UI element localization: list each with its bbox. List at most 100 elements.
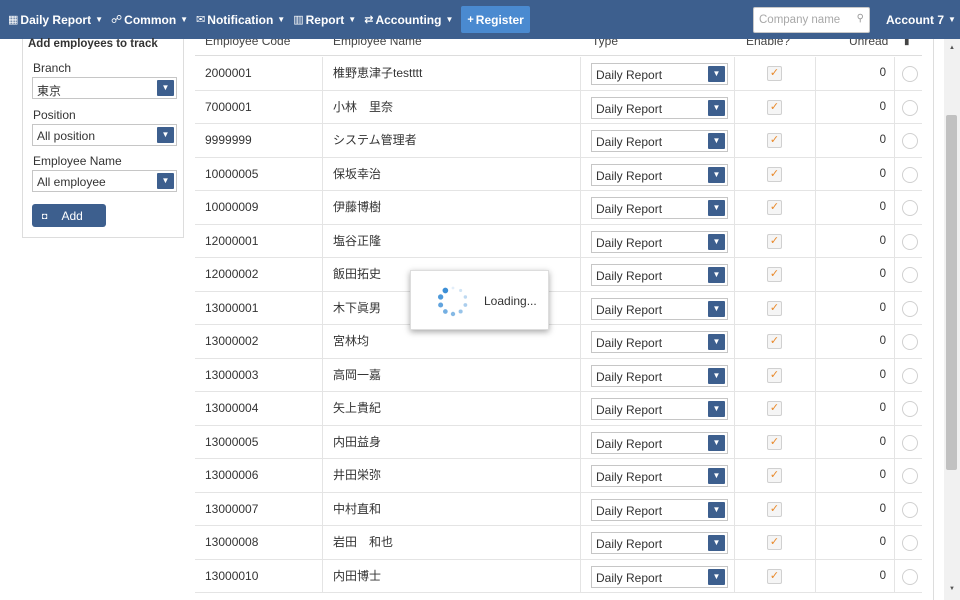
chevron-down-icon[interactable]: ▼: [708, 434, 725, 451]
type-select[interactable]: Daily Report ▼: [591, 130, 728, 152]
employee-code-cell: 12000002: [195, 258, 323, 291]
type-select[interactable]: Daily Report ▼: [591, 431, 728, 454]
position-select[interactable]: All position ▼: [32, 124, 177, 146]
header-employee-code[interactable]: Employee Code: [205, 39, 290, 48]
add-button[interactable]: ◘ Add: [32, 204, 106, 227]
type-select[interactable]: Daily Report ▼: [591, 331, 728, 353]
enable-checkbox[interactable]: ✓: [767, 267, 782, 282]
nav-accounting[interactable]: ⇄ Accounting ▼: [360, 0, 457, 39]
enable-checkbox[interactable]: ✓: [767, 367, 782, 383]
header-enable[interactable]: Enable?: [746, 39, 790, 48]
chevron-down-icon[interactable]: ▼: [708, 401, 725, 417]
chevron-down-icon[interactable]: ▼: [708, 99, 725, 116]
nav-report[interactable]: ▥ Report ▼: [289, 0, 360, 39]
type-value: Daily Report: [596, 302, 663, 317]
type-select[interactable]: Daily Report ▼: [591, 197, 728, 219]
type-select[interactable]: Daily Report ▼: [591, 565, 728, 588]
type-select[interactable]: Daily Report ▼: [591, 364, 728, 387]
delete-radio[interactable]: [902, 401, 918, 417]
enable-checkbox[interactable]: ✓: [767, 501, 782, 517]
employee-code-cell: 12000001: [195, 224, 323, 258]
employee-name-cell: 塩谷正隆: [323, 224, 581, 258]
scroll-up-icon[interactable]: ▲: [944, 45, 960, 51]
chevron-down-icon[interactable]: ▼: [708, 267, 725, 283]
enable-checkbox[interactable]: ✓: [767, 166, 782, 182]
delete-radio[interactable]: [902, 300, 918, 317]
header-unread[interactable]: Unread: [849, 39, 888, 48]
scroll-down-icon[interactable]: ▼: [944, 586, 960, 592]
nav-notification[interactable]: ✉ Notification ▼: [192, 0, 289, 39]
enable-checkbox[interactable]: ✓: [767, 200, 782, 215]
enable-checkbox[interactable]: ✓: [767, 535, 782, 550]
company-search-input[interactable]: [754, 8, 850, 32]
nav-daily-report[interactable]: ▦ Daily Report ▼: [4, 0, 107, 39]
enable-checkbox[interactable]: ✓: [767, 66, 782, 81]
delete-radio[interactable]: [902, 233, 918, 250]
delete-radio[interactable]: [902, 535, 918, 551]
nav-common[interactable]: ☍ Common ▼: [107, 0, 192, 39]
page-scrollbar[interactable]: ▲ ▼: [944, 39, 960, 600]
type-select[interactable]: Daily Report ▼: [591, 96, 728, 119]
scroll-thumb[interactable]: [946, 115, 957, 470]
enable-checkbox[interactable]: ✓: [767, 334, 782, 349]
nav-accounting-label: Accounting: [375, 12, 442, 27]
delete-radio[interactable]: [902, 99, 918, 116]
chevron-down-icon[interactable]: ▼: [708, 166, 725, 183]
delete-radio[interactable]: [902, 334, 918, 350]
delete-radio[interactable]: [902, 200, 918, 216]
type-select[interactable]: Daily Report ▼: [591, 532, 728, 554]
enable-checkbox[interactable]: ✓: [767, 233, 782, 249]
chevron-down-icon[interactable]: ▼: [708, 501, 725, 518]
type-select[interactable]: Daily Report ▼: [591, 63, 728, 85]
type-select[interactable]: Daily Report ▼: [591, 465, 728, 487]
type-select[interactable]: Daily Report ▼: [591, 297, 728, 320]
type-select[interactable]: Daily Report ▼: [591, 163, 728, 186]
loading-modal: Loading...: [410, 270, 549, 330]
chevron-down-icon[interactable]: ▼: [708, 334, 725, 350]
employee-name-select[interactable]: All employee ▼: [32, 170, 177, 192]
chevron-down-icon[interactable]: ▼: [708, 233, 725, 250]
enable-checkbox[interactable]: ✓: [767, 300, 782, 316]
delete-radio[interactable]: [902, 434, 918, 451]
search-icon[interactable]: ⚲: [857, 13, 864, 24]
type-select[interactable]: Daily Report ▼: [591, 264, 728, 286]
enable-checkbox[interactable]: ✓: [767, 568, 782, 584]
plus-icon: +: [467, 13, 474, 26]
nav-daily-report-label: Daily Report: [20, 12, 92, 27]
nav-report-label: Report: [305, 12, 345, 27]
chevron-down-icon[interactable]: ▼: [157, 80, 174, 96]
enable-checkbox[interactable]: ✓: [767, 401, 782, 416]
header-employee-name[interactable]: Employee Name: [333, 39, 422, 48]
type-value: Daily Report: [596, 369, 663, 384]
account-menu[interactable]: Account 7 ▼: [882, 0, 960, 39]
chevron-down-icon[interactable]: ▼: [708, 535, 725, 551]
chevron-down-icon[interactable]: ▼: [157, 173, 174, 189]
chevron-down-icon[interactable]: ▼: [708, 568, 725, 585]
chevron-down-icon[interactable]: ▼: [708, 133, 725, 149]
type-select[interactable]: Daily Report ▼: [591, 498, 728, 521]
delete-radio[interactable]: [902, 468, 918, 484]
delete-radio[interactable]: [902, 66, 918, 82]
chevron-down-icon[interactable]: ▼: [708, 300, 725, 317]
chevron-down-icon[interactable]: ▼: [708, 468, 725, 484]
enable-checkbox[interactable]: ✓: [767, 434, 782, 450]
delete-radio[interactable]: [902, 267, 918, 283]
branch-select[interactable]: 東京 ▼: [32, 77, 177, 99]
delete-radio[interactable]: [902, 568, 918, 585]
delete-radio[interactable]: [902, 133, 918, 149]
enable-checkbox[interactable]: ✓: [767, 133, 782, 148]
type-select[interactable]: Daily Report ▼: [591, 230, 728, 253]
delete-radio[interactable]: [902, 166, 918, 183]
chevron-down-icon[interactable]: ▼: [708, 200, 725, 216]
header-type[interactable]: Type: [592, 39, 618, 48]
enable-checkbox[interactable]: ✓: [767, 99, 782, 115]
chevron-down-icon[interactable]: ▼: [708, 66, 725, 82]
chevron-down-icon[interactable]: ▼: [157, 127, 174, 143]
delete-radio[interactable]: [902, 501, 918, 518]
delete-radio[interactable]: [902, 367, 918, 384]
type-select[interactable]: Daily Report ▼: [591, 398, 728, 420]
register-button[interactable]: + Register: [461, 6, 530, 33]
unread-count: 0: [879, 268, 886, 280]
chevron-down-icon[interactable]: ▼: [708, 367, 725, 384]
enable-checkbox[interactable]: ✓: [767, 468, 782, 483]
